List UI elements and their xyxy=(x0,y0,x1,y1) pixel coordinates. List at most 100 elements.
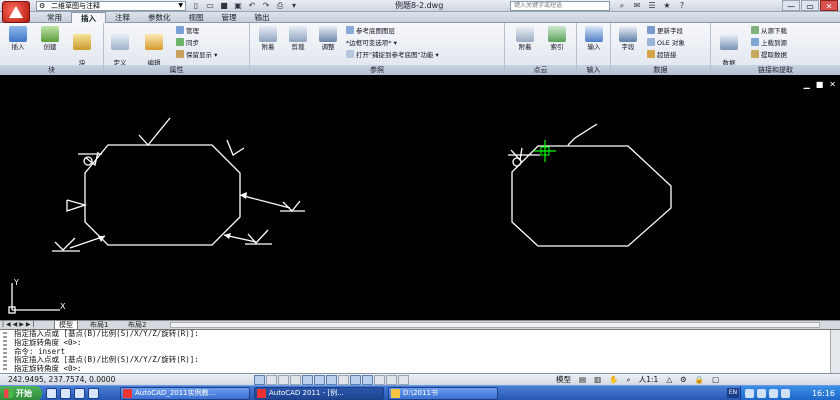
infer-constraints-toggle[interactable] xyxy=(254,375,265,385)
lineweight-toggle[interactable] xyxy=(362,375,373,385)
snap-toggle[interactable] xyxy=(266,375,277,385)
minimize-button[interactable]: — xyxy=(782,0,800,11)
pointcloud-panel-title[interactable]: 点云 xyxy=(505,65,576,75)
create-block-icon xyxy=(41,26,59,42)
field-icon xyxy=(619,26,637,42)
tray-icon-volume[interactable] xyxy=(757,389,766,398)
attributes-panel-title[interactable]: 属性 xyxy=(104,65,249,75)
taskbar-item-tutorial[interactable]: AutoCAD_2011实例教... xyxy=(120,387,250,400)
help-icon[interactable]: ? xyxy=(676,1,688,11)
drafting-toggles xyxy=(254,375,409,385)
retain-display-button[interactable]: 保留显示 ▾ xyxy=(176,50,217,60)
link-panel-title[interactable]: 链接和提取 xyxy=(711,65,840,75)
data-panel: 字段 更新字段 OLE 对象 超链接 数据 xyxy=(611,23,711,75)
osnap-toggle[interactable] xyxy=(314,375,325,385)
tray-icon-network[interactable] xyxy=(745,389,754,398)
block-panel: 插入 创建 块 编辑器 块 xyxy=(0,23,104,75)
maximize-button[interactable]: ▭ xyxy=(801,0,819,11)
reference-panel-title[interactable]: 参照 xyxy=(250,65,504,75)
command-line-grip[interactable] xyxy=(3,332,7,370)
grid-toggle[interactable] xyxy=(278,375,289,385)
workspace-dropdown[interactable]: ⚙ 二维草图与注释 ▼ xyxy=(36,1,186,11)
tab-layout2[interactable]: 布局2 xyxy=(124,321,150,329)
data-panel-title[interactable]: 数据 xyxy=(611,65,710,75)
search-input[interactable]: 键入关键字或短语 xyxy=(510,1,610,11)
subscription-icon[interactable]: ✉ xyxy=(631,1,643,11)
extract-data-button[interactable]: 提取数据 xyxy=(751,50,787,60)
doc-minimize-button[interactable]: ▁ xyxy=(804,80,810,89)
quicklaunch-media-icon[interactable] xyxy=(60,388,71,399)
open-file-icon[interactable]: ▭ xyxy=(204,1,216,11)
command-line[interactable]: 指定插入点或 [基点(B)/比例(S)/X/Y/Z/旋转(R)]: 指定旋转角度… xyxy=(0,329,840,374)
command-line-scrollbar[interactable] xyxy=(830,330,840,374)
roughness-symbol-upper-right xyxy=(226,139,245,156)
import-button[interactable]: 输入 xyxy=(580,26,608,51)
field-button[interactable]: 字段 xyxy=(614,26,642,51)
selection-cycling-toggle[interactable] xyxy=(398,375,409,385)
import-panel-title[interactable]: 输入 xyxy=(577,65,610,75)
application-menu-button[interactable] xyxy=(2,1,30,23)
tray-icon-update[interactable] xyxy=(781,389,790,398)
update-fields-label: 更新字段 xyxy=(657,27,683,35)
redo-icon[interactable]: ↷ xyxy=(260,1,272,11)
pointcloud-attach-button[interactable]: 附着 xyxy=(511,26,539,51)
dropdown-icon[interactable]: ▾ xyxy=(288,1,300,11)
adjust-button[interactable]: 调整 xyxy=(314,26,342,51)
upload-source-button[interactable]: 上载到源 xyxy=(751,38,787,48)
attach-button[interactable]: 附着 xyxy=(254,26,282,51)
quicklaunch-browser-icon[interactable] xyxy=(46,388,57,399)
create-block-button[interactable]: 创建 xyxy=(36,26,64,51)
doc-close-button[interactable]: ✕ xyxy=(829,80,836,89)
tray-icon-security[interactable] xyxy=(769,389,778,398)
block-panel-title[interactable]: 块 xyxy=(0,65,103,75)
right-octagon xyxy=(511,145,672,247)
frame-options-button[interactable]: *边框可变选项* ▾ xyxy=(346,38,397,48)
language-indicator[interactable]: EN xyxy=(727,388,739,398)
polar-toggle[interactable] xyxy=(302,375,313,385)
manage-attributes-button[interactable]: 管理 xyxy=(176,26,199,36)
star-icon[interactable]: ★ xyxy=(661,1,673,11)
manage-label: 管理 xyxy=(186,27,199,35)
taskbar-item-folder[interactable]: D:\2011书 xyxy=(388,387,498,400)
ducs-toggle[interactable] xyxy=(338,375,349,385)
insert-button[interactable]: 插入 xyxy=(4,26,32,51)
save-as-icon[interactable]: ▣ xyxy=(232,1,244,11)
start-button[interactable]: 开始 xyxy=(0,386,42,400)
undo-icon[interactable]: ↶ xyxy=(246,1,258,11)
drawing-window-controls: ▁ ■ ✕ xyxy=(804,80,836,89)
windows-taskbar: 开始 AutoCAD_2011实例教... AutoCAD 2011 - [例.… xyxy=(0,385,840,400)
transparency-toggle[interactable] xyxy=(374,375,385,385)
layout-nav-buttons[interactable]: |◀◀▶▶| xyxy=(2,321,37,329)
autocad-icon xyxy=(123,389,132,398)
communication-icon[interactable]: ☰ xyxy=(646,1,658,11)
taskbar-item-autocad[interactable]: AutoCAD 2011 - [例... xyxy=(254,387,384,400)
quick-properties-toggle[interactable] xyxy=(386,375,397,385)
otrack-toggle[interactable] xyxy=(326,375,337,385)
horizontal-scrollbar[interactable] xyxy=(170,322,820,328)
snap-underlay-button[interactable]: 打开"捕捉到参考底图"功能 ▾ xyxy=(346,50,439,60)
dyn-toggle[interactable] xyxy=(350,375,361,385)
ortho-toggle[interactable] xyxy=(290,375,301,385)
crosshair-cursor xyxy=(534,140,556,162)
doc-restore-button[interactable]: ■ xyxy=(816,80,824,89)
underlay-layers-button[interactable]: 参考底图图层 xyxy=(346,26,395,36)
data-link-icon xyxy=(720,34,738,50)
new-file-icon[interactable]: ▯ xyxy=(190,1,202,11)
sync-attributes-button[interactable]: 同步 xyxy=(176,38,199,48)
quicklaunch-explorer-icon[interactable] xyxy=(88,388,99,399)
quicklaunch-desktop-icon[interactable] xyxy=(74,388,85,399)
ole-object-button[interactable]: OLE 对象 xyxy=(647,38,685,48)
pointcloud-index-button[interactable]: 索引 xyxy=(543,26,571,51)
define-attribute-icon xyxy=(111,34,129,50)
save-icon[interactable]: ■ xyxy=(218,1,230,11)
close-button[interactable]: ✕ xyxy=(820,0,838,11)
tab-layout1[interactable]: 布局1 xyxy=(86,321,112,329)
drawing-canvas[interactable]: Y X xyxy=(0,75,840,320)
search-icon[interactable]: ⌕ xyxy=(616,1,628,11)
print-icon[interactable]: ⎙ xyxy=(274,1,286,11)
update-fields-button[interactable]: 更新字段 xyxy=(647,26,683,36)
clip-button[interactable]: 剪裁 xyxy=(284,26,312,51)
download-source-button[interactable]: 从源下载 xyxy=(751,26,787,36)
pointcloud-panel: 附着 索引 点云 xyxy=(505,23,577,75)
hyperlink-button[interactable]: 超链接 xyxy=(647,50,677,60)
